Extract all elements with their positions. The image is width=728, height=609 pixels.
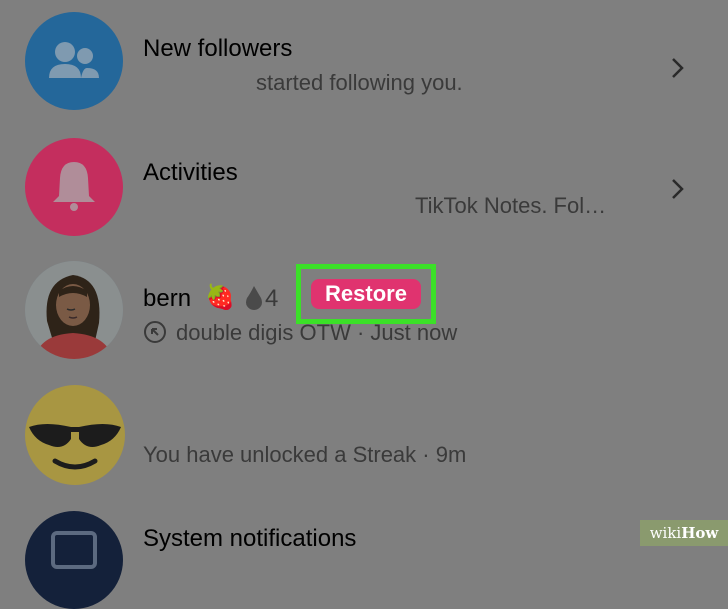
restore-highlight: Restore [296,264,436,324]
new-followers-avatar [25,12,123,110]
chevron-right-icon[interactable] [667,56,687,80]
contact-name: bern [143,285,192,312]
people-icon [49,42,99,78]
row-title: Activities [143,159,238,186]
row-subtitle: TikTok Notes. Fol… [415,193,607,218]
chat-row-streak[interactable]: You have unlocked a Streak · 9m [0,375,728,505]
avatar [25,261,123,359]
chevron-right-icon[interactable] [667,177,687,201]
row-title: System notifications [143,525,357,552]
notification-row-new-followers[interactable]: New followers started following you. [0,0,728,123]
system-notifications-avatar [25,511,123,609]
row-title: New followers [143,35,293,62]
inbox-icon [51,531,97,569]
user-portrait-icon [25,261,123,359]
strawberry-icon: 🍓 [205,284,235,311]
notification-row-system[interactable]: System notifications [0,505,728,609]
notification-row-activities[interactable]: Activities TikTok Notes. Fol… [0,123,728,245]
streak-flame-icon [246,286,262,310]
bell-icon [53,162,95,211]
reply-arrow-icon [144,321,166,343]
activities-avatar [25,138,123,236]
streak-count: 4 [265,285,279,312]
sunglasses-face-icon [29,424,121,470]
wikihow-watermark: wikiHow [640,520,728,546]
row-subtitle: started following you. [256,70,463,95]
restore-button[interactable]: Restore [311,279,421,309]
sunglasses-emoji-avatar [25,385,125,485]
last-message: You have unlocked a Streak · 9m [143,442,467,467]
